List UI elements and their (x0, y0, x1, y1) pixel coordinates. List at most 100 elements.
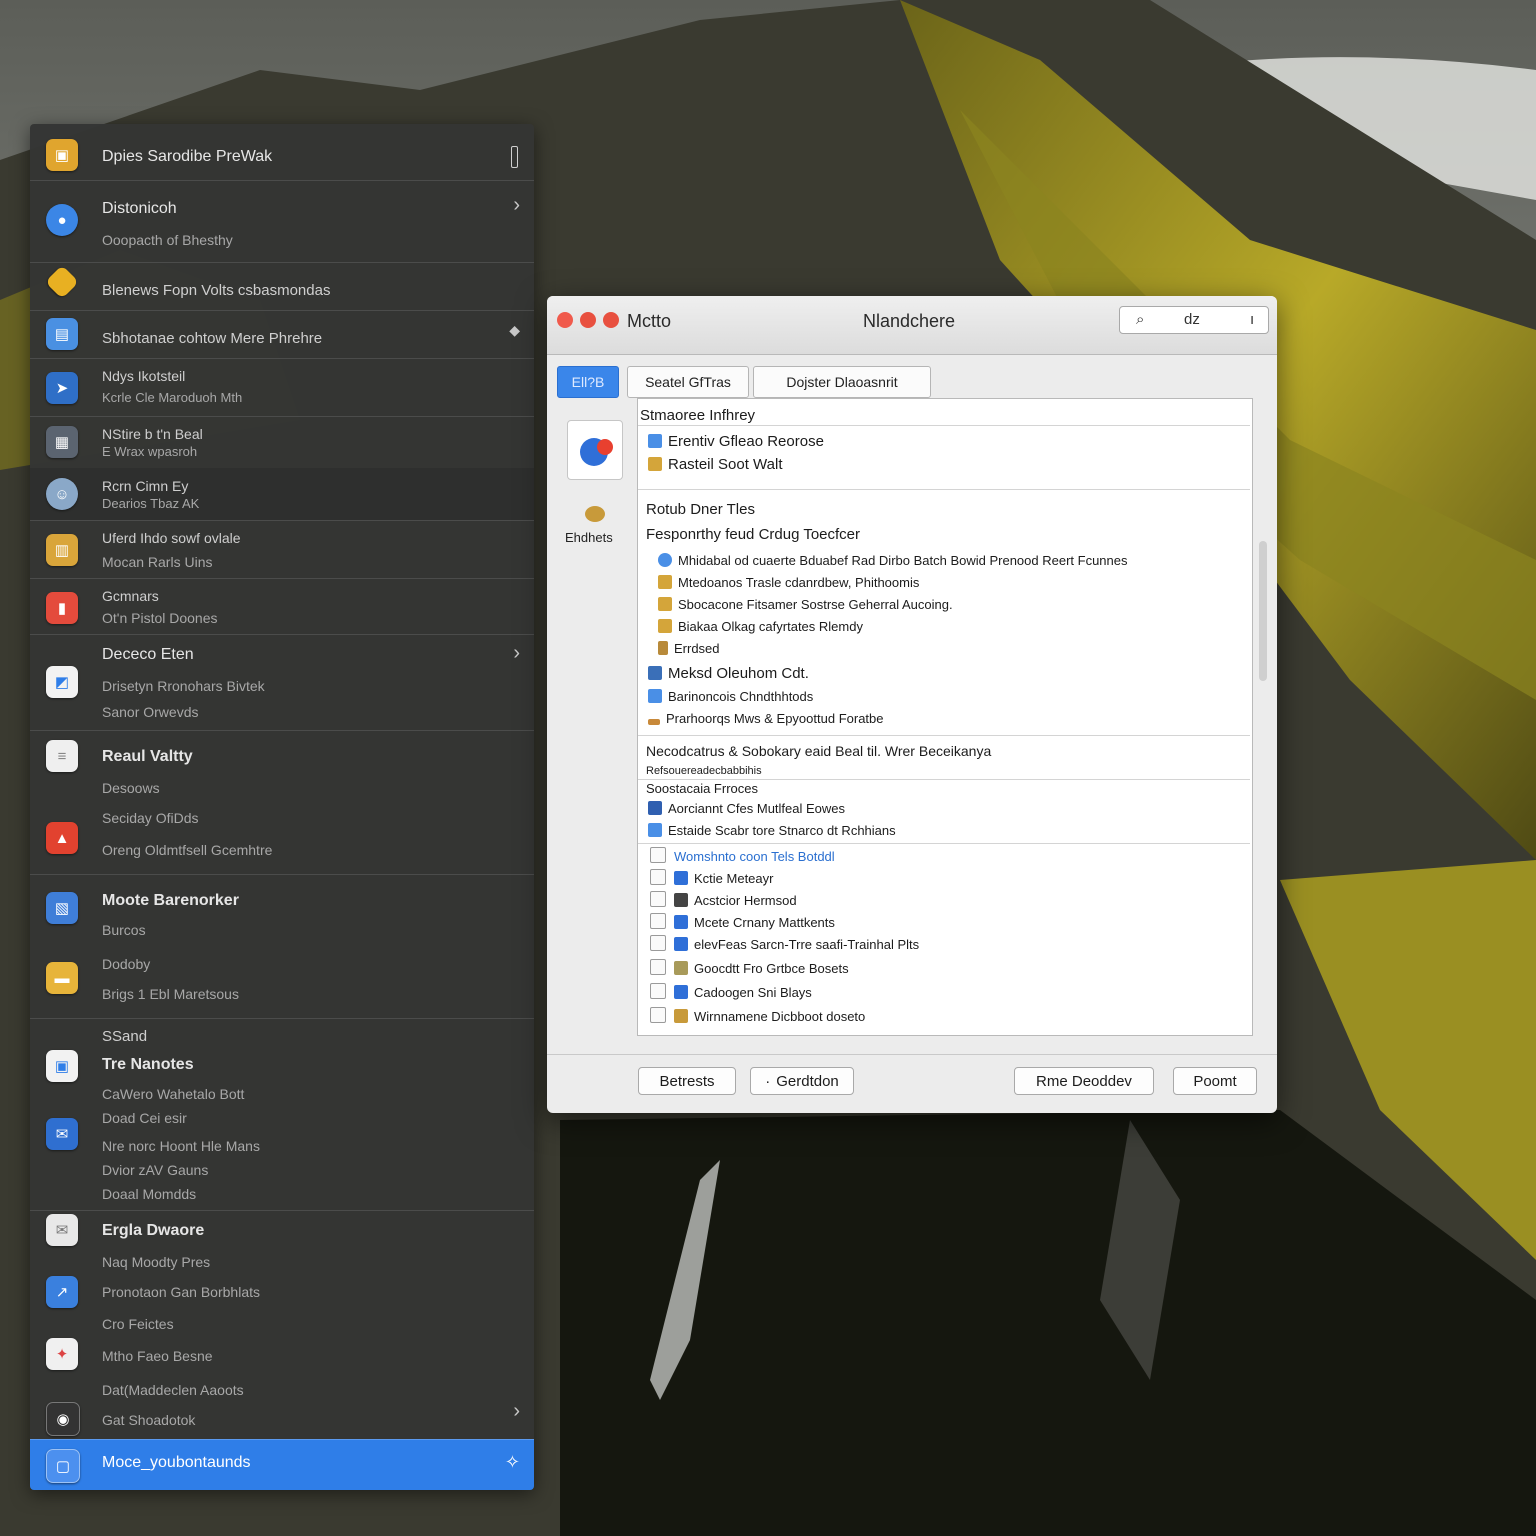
folder-icon: ▤ (46, 318, 78, 350)
list-item[interactable]: Rasteil Soot Walt (648, 456, 783, 473)
list-item[interactable]: Sbocacone Fitsamer Sostrse Geherral Auco… (658, 597, 953, 612)
app-icon-tile[interactable] (567, 420, 623, 480)
app-icon (674, 961, 688, 975)
list-item[interactable]: Aorciannt Cfes Mutlfeal Eowes (648, 801, 845, 816)
checkbox-row[interactable]: Goocdtt Fro Grtbce Bosets (650, 959, 849, 976)
tab-second[interactable]: Seatel GfTras (627, 366, 749, 398)
section-subtitle: Fesponrthy feud Crdug Toecfcer (646, 526, 861, 543)
sidebar-item[interactable]: ▦ NStire b t'n Beal E Wrax wpasroh (30, 416, 534, 469)
monitor-icon (648, 666, 662, 680)
flag-icon (648, 801, 662, 815)
chevron-right-icon[interactable]: › (513, 194, 520, 217)
chevron-right-icon[interactable]: › (513, 642, 520, 665)
checkbox-row[interactable]: Womshnto coon Tels Botddl (650, 847, 835, 864)
checkbox-label: Acstcior Hermsod (694, 893, 797, 908)
button-primary[interactable]: Poomt (1173, 1067, 1257, 1095)
sidebar-item[interactable]: ● Distonicoh Ooopacth of Bhesthy › (30, 180, 534, 263)
sidebar-item[interactable]: ◩ Dececo Eten Drisetyn Rronohars Bivtek … (30, 634, 534, 731)
list-item[interactable]: Meksd Oleuhom Cdt. (648, 665, 809, 682)
globe-icon (658, 553, 672, 567)
list-item[interactable]: Erentiv Gfleao Reorose (648, 433, 824, 450)
sidebar-item[interactable]: ▮ Gcmnars Ot'n Pistol Doones (30, 578, 534, 635)
sidebar-item[interactable]: ≡ ▲ Reaul Valtty Desoows Seciday OfiDds … (30, 730, 534, 875)
checkbox[interactable] (650, 913, 666, 929)
divider (638, 489, 1250, 490)
checkbox[interactable] (650, 959, 666, 975)
list-item[interactable]: Mtedoanos Trasle cdanrdbew, Phithoomis (658, 575, 919, 590)
list-item[interactable]: Prarhoorqs Mws & Epyoottud Foratbe (648, 711, 884, 726)
checkbox[interactable] (650, 983, 666, 999)
sidebar-item-subtitle: Kcrle Cle Maroduoh Mth (102, 390, 243, 405)
section-title: Rotub Dner Tles (646, 501, 755, 518)
checkbox[interactable] (650, 1007, 666, 1023)
checkbox[interactable] (650, 935, 666, 951)
vertical-scrollbar[interactable] (1259, 541, 1267, 681)
chart-icon: ↗ (46, 1276, 78, 1308)
sidebar-item-title: Blenews Fopn Volts csbasmondas (102, 282, 331, 299)
sparkle-icon[interactable]: ✧ (505, 1452, 520, 1473)
tab-third[interactable]: Dojster Dlaoasnrit (753, 366, 931, 398)
diamond-icon[interactable]: ◆ (509, 322, 520, 339)
scroll-indicator[interactable] (511, 146, 518, 168)
list-item-label: Mtedoanos Trasle cdanrdbew, Phithoomis (678, 575, 920, 590)
checkbox-label: Cadoogen Sni Blays (694, 985, 812, 1000)
list-item-label: Biakaa Olkag cafyrtates Rlemdy (678, 619, 863, 634)
folder-icon (658, 597, 672, 611)
checkbox-row[interactable]: Kctie Meteayr (650, 869, 773, 886)
sidebar-item[interactable]: ✉ ↗ ✦ ◉ Ergla Dwaore Naq Moodty Pres Pro… (30, 1210, 534, 1440)
search-value: dz (1184, 311, 1200, 328)
folder-icon (658, 619, 672, 633)
list-item[interactable]: Biakaa Olkag cafyrtates Rlemdy (658, 619, 863, 634)
zoom-button[interactable] (603, 312, 619, 328)
sidebar-panel: ▣ Dpies Sarodibe PreWak ● Distonicoh Ooo… (30, 124, 534, 1490)
checkbox-row[interactable]: Cadoogen Sni Blays (650, 983, 812, 1000)
app-icon (674, 985, 688, 999)
footer-label: Moce_youbontaunds (102, 1454, 251, 1471)
checkbox[interactable] (650, 869, 666, 885)
tab-first[interactable]: Ell?B (557, 366, 619, 398)
sidebar-item-title: SSand (102, 1028, 148, 1045)
list-item[interactable]: Barinoncois Chndthhtods (648, 689, 813, 704)
button-third[interactable]: Rme Deoddev (1014, 1067, 1154, 1095)
minimize-button[interactable] (580, 312, 596, 328)
app-icon (674, 915, 688, 929)
app-icon (674, 937, 688, 951)
divider (638, 843, 1250, 844)
button-bar: Betrests · Gerdtdon Rme Deoddev Poomt (547, 1054, 1277, 1113)
sidebar-item[interactable]: ▣ ✉ SSand Tre Nanotes CaWero Wahetalo Bo… (30, 1018, 534, 1211)
checkbox-label: Wirnnamene Dicbboot doseto (694, 1009, 866, 1024)
checkbox-label: Kctie Meteayr (694, 871, 774, 886)
search-field[interactable]: ⌕ dz ı (1119, 306, 1269, 334)
button-second[interactable]: · Gerdtdon (750, 1067, 854, 1095)
chevron-right-icon[interactable]: › (513, 1400, 520, 1423)
checkbox-row[interactable]: Acstcior Hermsod (650, 891, 797, 908)
arrow-icon (648, 719, 660, 725)
sidebar-item[interactable]: Blenews Fopn Volts csbasmondas (30, 262, 534, 311)
compass-icon: ➤ (46, 372, 78, 404)
list-item[interactable]: Errdsed (658, 641, 720, 656)
checkbox-row[interactable]: elevFeas Sarcn-Trre saafi-Trainhal Plts (650, 935, 919, 952)
list-item-label: Mhidabal od cuaerte Bduabef Rad Dirbo Ba… (678, 553, 1128, 568)
close-button[interactable] (557, 312, 573, 328)
sidebar-header[interactable]: ▣ Dpies Sarodibe PreWak (30, 124, 534, 181)
checkbox-row[interactable]: Mcete Crnany Mattkents (650, 913, 835, 930)
section-caption: Refsouereadecbabbihis (646, 765, 762, 777)
sidebar-item-subtitle: Brigs 1 Ebl Maretsous (102, 986, 239, 1002)
app-icon (674, 1009, 688, 1023)
list-item[interactable]: Estaide Scabr tore Stnarco dt Rchhians (648, 823, 896, 838)
sidebar-footer-selected[interactable]: ▢ Moce_youbontaunds ✧ (30, 1439, 534, 1490)
titlebar[interactable]: Mctto Nlandchere ⌕ dz ı (547, 296, 1277, 355)
sidebar-item[interactable]: ▧ ▬ Moote Barenorker Burcos Dodoby Brigs… (30, 874, 534, 1019)
sidebar-item[interactable]: ➤ Ndys Ikotsteil Kcrle Cle Maroduoh Mth (30, 358, 534, 417)
checkbox[interactable] (650, 847, 666, 863)
checkbox-label: Mcete Crnany Mattkents (694, 915, 835, 930)
checkbox[interactable] (650, 891, 666, 907)
sidebar-item[interactable]: ▤ Sbhotanae cohtow Mere Phrehre ◆ (30, 310, 534, 359)
checkbox-row[interactable]: Wirnnamene Dicbboot doseto (650, 1007, 865, 1024)
sidebar-item-selected[interactable]: ☺ Rcrn Cimn Ey Dearios Tbaz AK (30, 468, 534, 521)
list-item-label: Errdsed (674, 641, 720, 656)
sidebar-item[interactable]: ▥ Uferd Ihdo sowf ovlale Mocan Rarls Uin… (30, 520, 534, 579)
sidebar-item-title: Ndys Ikotsteil (102, 368, 186, 384)
button-first[interactable]: Betrests (638, 1067, 736, 1095)
list-item[interactable]: Mhidabal od cuaerte Bduabef Rad Dirbo Ba… (658, 553, 1128, 568)
